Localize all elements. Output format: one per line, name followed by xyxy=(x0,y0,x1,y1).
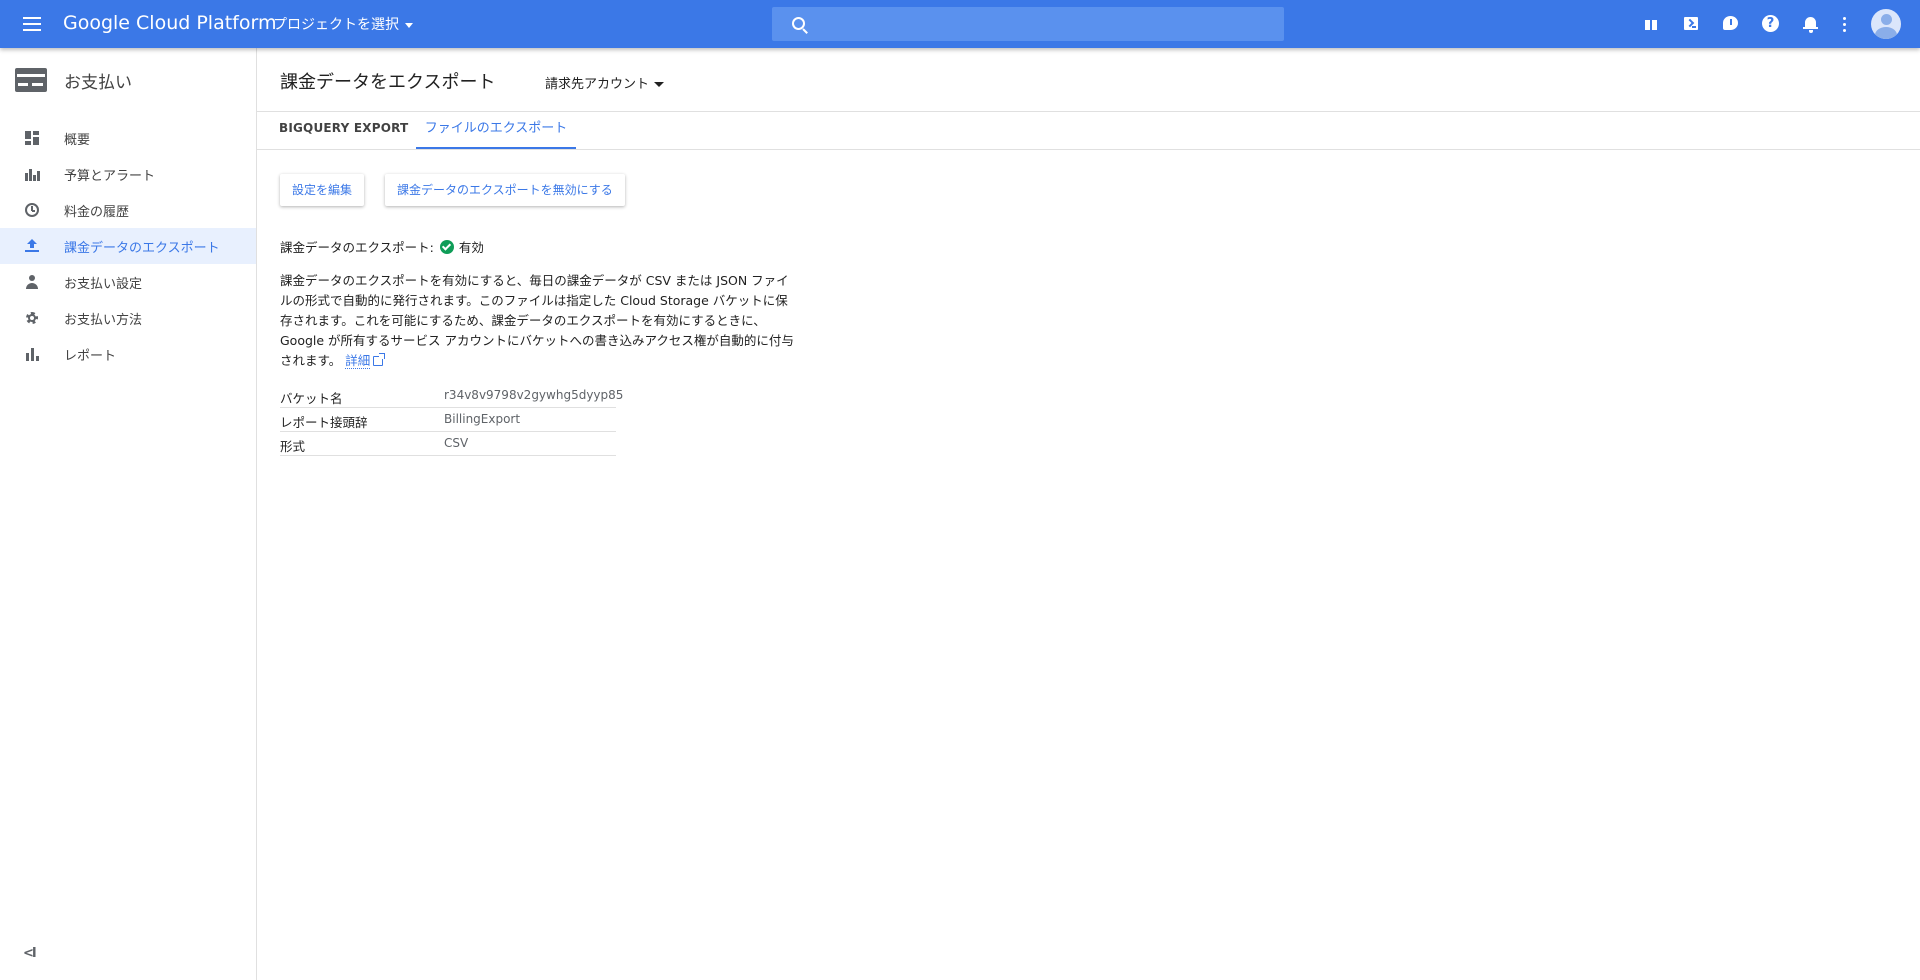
table-row: レポート接頭辞 BillingExport xyxy=(280,408,616,432)
notifications-bell-icon[interactable] xyxy=(1801,14,1821,34)
caret-down-icon xyxy=(405,22,413,28)
sidebar-item-reports[interactable]: レポート xyxy=(0,336,256,372)
project-selector-label: プロジェクトを選択 xyxy=(273,17,399,33)
edit-settings-button[interactable]: 設定を編集 xyxy=(280,174,365,206)
tab-bar: BIGQUERY EXPORT ファイルのエクスポート xyxy=(257,112,1920,150)
billing-account-dropdown[interactable]: 請求先アカウント xyxy=(545,73,665,92)
credit-card-icon xyxy=(15,68,47,92)
cloud-shell-icon[interactable] xyxy=(1682,14,1702,34)
tab-file-export[interactable]: ファイルのエクスポート xyxy=(416,112,576,149)
gear-icon xyxy=(24,310,40,326)
sidebar-title: お支払い xyxy=(64,73,132,93)
sidebar-item-label: お支払い設定 xyxy=(64,277,143,292)
report-prefix-label: レポート接頭辞 xyxy=(280,415,368,430)
hamburger-menu-icon[interactable] xyxy=(20,12,44,36)
table-row: 形式 CSV xyxy=(280,432,616,456)
sidebar-item-billing-export[interactable]: 課金データのエクスポート xyxy=(0,228,256,264)
dashboard-icon xyxy=(24,130,40,146)
sidebar-item-payment-method[interactable]: お支払い方法 xyxy=(0,300,256,336)
caret-down-icon xyxy=(654,82,665,87)
sidebar-item-label: 課金データのエクスポート xyxy=(64,241,220,256)
sidebar-item-label: お支払い方法 xyxy=(64,313,143,328)
sidebar-header: お支払い xyxy=(0,48,256,112)
sidebar-item-label: 料金の履歴 xyxy=(64,205,130,220)
top-app-bar: Google Cloud Platform プロジェクトを選択 ? xyxy=(0,0,1920,48)
format-label: 形式 xyxy=(280,439,306,454)
page-title: 課金データをエクスポート xyxy=(280,72,496,93)
report-prefix-value: BillingExport xyxy=(444,412,521,426)
feedback-icon[interactable] xyxy=(1721,14,1741,34)
sidebar-nav: 概要 予算とアラート 料金の履歴 課金データのエクスポート お支払い設定 お支払… xyxy=(0,120,256,372)
sidebar-item-overview[interactable]: 概要 xyxy=(0,120,256,156)
app-title[interactable]: Google Cloud Platform xyxy=(63,12,276,34)
person-icon xyxy=(24,274,40,290)
more-vert-icon[interactable] xyxy=(1838,14,1850,34)
bucket-name-value: r34v8v9798v2gywhg5dyyp85 xyxy=(444,388,624,402)
billing-account-label: 請求先アカウント xyxy=(545,77,650,92)
disable-export-button[interactable]: 課金データのエクスポートを無効にする xyxy=(385,174,625,206)
gift-icon[interactable] xyxy=(1642,14,1662,34)
format-value: CSV xyxy=(444,436,469,450)
help-icon[interactable]: ? xyxy=(1761,14,1781,34)
export-details-table: バケット名 r34v8v9798v2gywhg5dyyp85 レポート接頭辞 B… xyxy=(280,384,623,456)
bucket-name-label: バケット名 xyxy=(280,391,343,406)
sidebar-item-history[interactable]: 料金の履歴 xyxy=(0,192,256,228)
sidebar-item-label: レポート xyxy=(64,349,117,364)
bar-chart-icon xyxy=(24,166,40,182)
help-glyph: ? xyxy=(1762,15,1779,32)
tab-bigquery-export[interactable]: BIGQUERY EXPORT xyxy=(279,112,408,149)
export-status: 課金データのエクスポート: 有効 xyxy=(280,237,484,256)
sidebar-item-label: 予算とアラート xyxy=(64,169,156,184)
sidebar: お支払い 概要 予算とアラート 料金の履歴 課金データのエクスポート お支払い設… xyxy=(0,48,257,980)
open-in-new-icon xyxy=(373,353,386,366)
description-text: 課金データのエクスポートを有効にすると、毎日の課金データが CSV または JS… xyxy=(280,271,795,371)
upload-icon xyxy=(24,238,40,254)
sidebar-item-budgets[interactable]: 予算とアラート xyxy=(0,156,256,192)
project-selector[interactable]: プロジェクトを選択 xyxy=(273,14,413,34)
status-label: 課金データのエクスポート: xyxy=(280,240,434,255)
collapse-sidebar-icon[interactable]: <I xyxy=(23,946,37,961)
sidebar-item-label: 概要 xyxy=(64,133,91,148)
search-input[interactable] xyxy=(772,7,1284,41)
sidebar-item-payment-settings[interactable]: お支払い設定 xyxy=(0,264,256,300)
learn-more-link[interactable]: 詳細 xyxy=(345,353,371,369)
status-badge: 有効 xyxy=(458,240,484,255)
account-avatar[interactable] xyxy=(1871,9,1901,39)
table-row: バケット名 r34v8v9798v2gywhg5dyyp85 xyxy=(280,384,623,408)
bar-chart-icon xyxy=(24,346,40,362)
main-content: 課金データをエクスポート 請求先アカウント BIGQUERY EXPORT ファ… xyxy=(257,48,1920,980)
clock-icon xyxy=(25,203,39,217)
check-circle-icon xyxy=(439,239,454,254)
search-icon xyxy=(792,17,805,30)
